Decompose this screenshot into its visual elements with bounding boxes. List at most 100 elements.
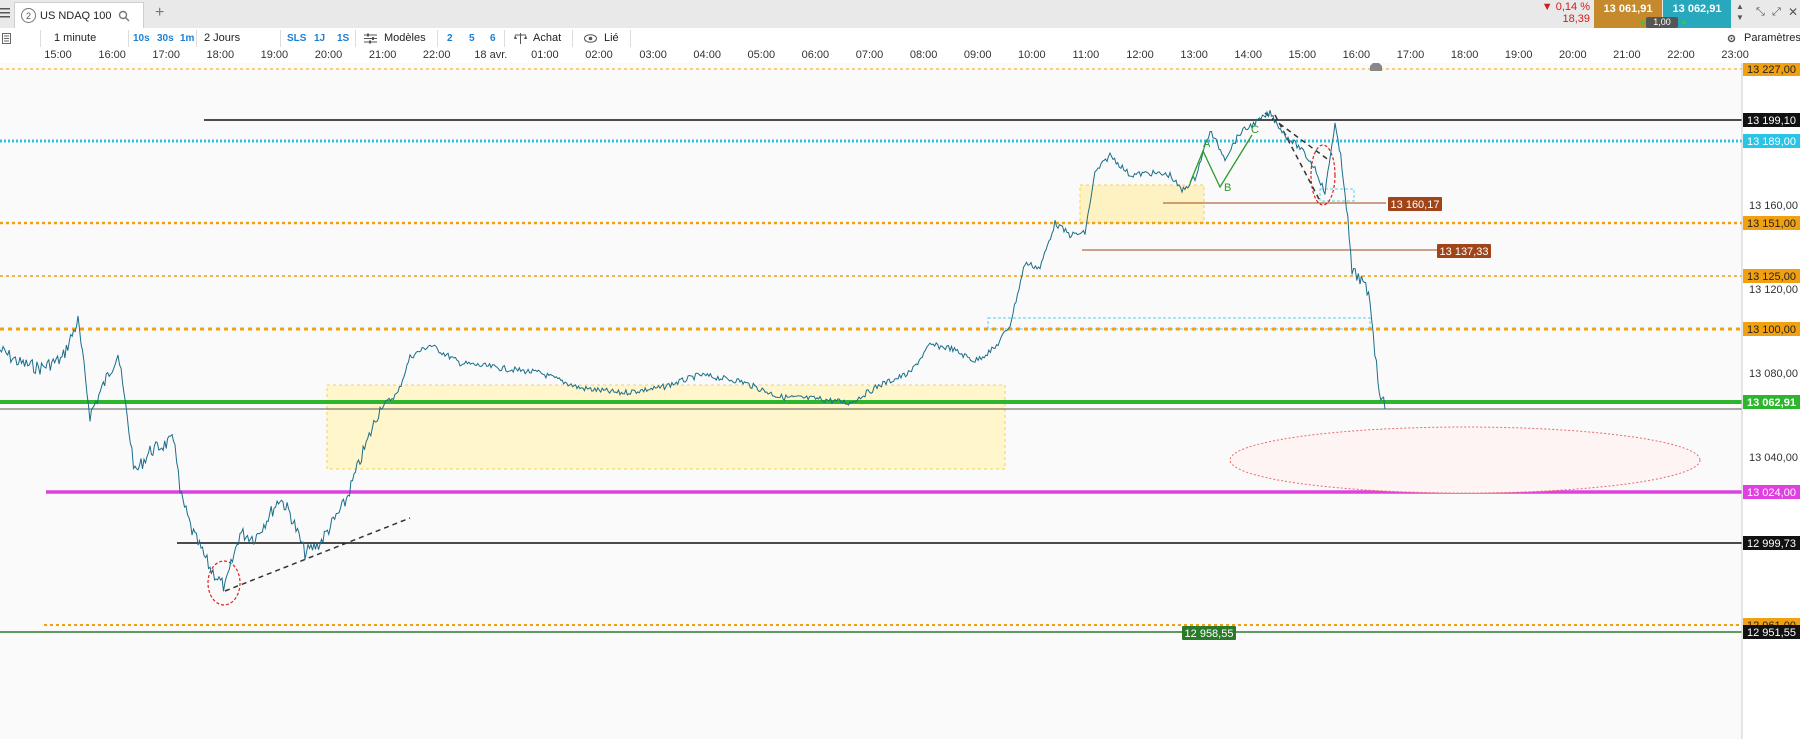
scale-icon[interactable] [514,33,527,44]
time-tick: 18:00 [1450,49,1479,61]
change-display: ▼ 0,14 % 18,39 [1532,1,1590,25]
time-tick: 18:00 [206,49,235,61]
time-tick: 22:00 [422,49,451,61]
window-controls: ▲ ▼ ⤡ ⤢ ✕ [1736,2,1800,26]
expand-icon[interactable]: ⤢ [1772,6,1781,19]
timeframe-select[interactable]: 1 minute [54,28,96,49]
time-tick: 19:00 [260,49,289,61]
consolidation-zone[interactable] [326,384,1006,470]
count-2[interactable]: 2 [447,28,453,49]
time-tick: 16:00 [98,49,126,61]
time-tick: 04:00 [693,49,721,61]
price-level-tag-label[interactable]: 12 999,73 [1747,538,1796,550]
close-icon[interactable]: ✕ [1788,5,1798,19]
time-tick: 05:00 [747,49,776,61]
spread-up-icon: ● [1640,17,1646,27]
time-tick: 11:00 [1072,49,1100,61]
price-scale-label: 13 080,00 [1749,368,1798,380]
wave-label[interactable]: A [1203,138,1211,150]
price-scale-label: 13 040,00 [1749,452,1798,464]
collapse-icon[interactable]: ⤡ [1756,6,1765,19]
time-tick: 14:00 [1234,49,1262,61]
time-tick: 21:00 [1613,49,1641,61]
gear-icon[interactable] [1726,33,1737,44]
price-level-tag-label[interactable]: 13 199,10 [1747,115,1796,127]
divider [630,30,631,47]
inline-price-label[interactable]: 13 160,17 [1391,199,1440,211]
mode-sls[interactable]: SLS [287,28,306,49]
scroll-up-icon[interactable]: ▲ [1736,2,1744,11]
wave-label[interactable]: C [1251,124,1259,136]
panel-icon[interactable] [2,33,11,44]
time-tick: 10:00 [1018,49,1046,61]
preset-30s[interactable]: 30s [157,28,174,49]
scroll-down-icon[interactable]: ▼ [1736,13,1744,22]
linked-button[interactable]: Lié [604,28,619,49]
price-level-tag-label[interactable]: 13 125,00 [1747,271,1796,283]
settings-button[interactable]: Paramètres [1744,28,1800,49]
preset-10s[interactable]: 10s [133,28,150,49]
bid-price: 13 061,91 [1603,3,1653,15]
consolidation-zone[interactable] [1079,184,1205,224]
instrument-tab[interactable]: 2 US NDAQ 100 [14,2,144,28]
lot-value: 1,00 [1653,17,1671,27]
time-tick: 19:00 [1504,49,1533,61]
time-tick: 17:00 [152,49,180,61]
preset-1m[interactable]: 1m [180,28,194,49]
time-tick: 06:00 [801,49,830,61]
time-tick: 22:00 [1667,49,1695,61]
time-marker-icon [1370,63,1382,71]
time-axis: 15:00 16:00 17:00 18:00 19:00 20:00 21:00 22:00… [0,49,1800,64]
search-icon[interactable] [118,10,130,22]
tab-number-badge: 2 [21,8,36,23]
ask-price: 13 062,91 [1672,3,1722,15]
time-tick: 09:00 [963,49,992,61]
price-scale-label: 13 160,00 [1749,200,1798,212]
hamburger-menu-icon[interactable] [0,7,10,19]
time-tick: 15:00 [44,49,72,61]
time-tick: 07:00 [855,49,884,61]
change-absolute: 18,39 [1562,13,1590,25]
time-tick: 23:00 [1721,49,1749,61]
price-chart[interactable]: 13 160,17 13 137,33 12 958,55 A B C 13 160,0… [0,63,1800,739]
price-level-tag-label[interactable]: 13 024,00 [1747,487,1796,499]
target-ellipse[interactable] [1229,426,1701,494]
time-tick: 15:00 [1288,49,1317,61]
add-tab-button[interactable]: + [155,4,164,22]
price-level-tag-label[interactable]: 13 151,00 [1747,218,1796,230]
count-5[interactable]: 5 [469,28,475,49]
change-percent: ▼ 0,14 % [1541,1,1590,13]
price-level-tag-label[interactable]: 13 062,91 [1747,397,1796,409]
time-tick: 01:00 [531,49,559,61]
divider [196,30,197,47]
time-tick: 18 avr. [474,49,508,61]
window-titlebar: 2 US NDAQ 100 + ▼ 0,14 % 18,39 13 061,91… [0,0,1800,29]
period-select[interactable]: 2 Jours [204,28,240,49]
time-tick: 02:00 [585,49,613,61]
chart-toolbar: 1 minute 10s 30s 1m 2 Jours SLS 1J 1S Mo… [0,28,1800,50]
divider [128,30,129,47]
divider [355,30,356,47]
price-level-tag-label[interactable]: 13 189,00 [1747,136,1796,148]
sliders-icon[interactable] [364,33,377,44]
wave-label[interactable]: B [1224,182,1231,194]
count-6[interactable]: 6 [490,28,496,49]
lot-size[interactable]: 1,00 [1646,17,1678,28]
models-button[interactable]: Modèles [384,28,426,49]
inline-price-label[interactable]: 12 958,55 [1185,628,1234,640]
time-tick: 08:00 [909,49,938,61]
price-level-tag-label[interactable]: 13 100,00 [1747,324,1796,336]
divider [280,30,281,47]
time-tick: 21:00 [368,49,397,61]
mode-1j[interactable]: 1J [314,28,325,49]
price-scale-label: 13 120,00 [1749,284,1798,296]
mode-1s[interactable]: 1S [337,28,349,49]
inline-price-label[interactable]: 13 137,33 [1440,246,1489,258]
time-tick: 03:00 [639,49,667,61]
price-level-tag-label[interactable]: 13 227,00 [1747,64,1796,76]
eye-icon[interactable] [584,34,597,43]
buy-button[interactable]: Achat [533,28,561,49]
time-tick: 20:00 [1559,49,1587,61]
divider [437,30,438,47]
price-level-tag-label[interactable]: 12 951,55 [1747,627,1796,639]
